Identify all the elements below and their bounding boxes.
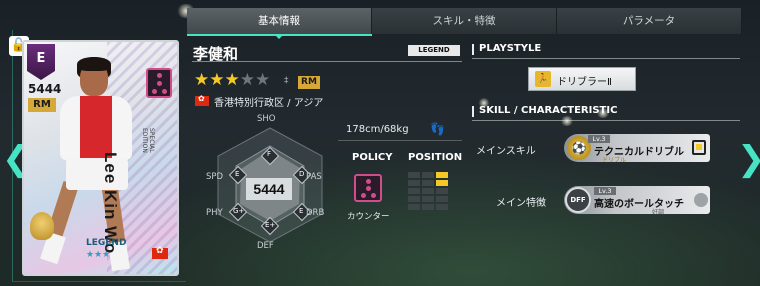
divider	[472, 120, 740, 121]
skill-slot-icon	[692, 140, 706, 155]
star-rating: ★★★★★	[194, 72, 270, 89]
tab-basic-info[interactable]: 基本情報	[187, 8, 372, 39]
trait-category: 好調	[652, 209, 665, 216]
player-region: 香港特別行政区 / アジア	[214, 98, 324, 109]
position-cell	[436, 196, 448, 202]
main-trait-card[interactable]: DFF Lv.3 高速のボールタッチ 好調	[564, 186, 710, 216]
playstyle-label: ドリブラーⅡ	[557, 77, 612, 88]
trait-face-icon	[694, 193, 708, 207]
stars-empty: ★★	[239, 70, 271, 90]
divider	[338, 140, 462, 141]
footprint-icon: 👣	[430, 122, 445, 136]
position-badge: RM	[298, 76, 320, 89]
card-rarity-badge: E	[27, 44, 55, 80]
legend-badge: LEGEND	[408, 45, 460, 56]
card-emblem-icon	[30, 212, 54, 240]
main-skill-card[interactable]: ⚽ Lv.3 テクニカルドリブル ドリブル	[564, 134, 710, 164]
position-heading: POSITION	[408, 152, 463, 163]
position-cell	[422, 188, 434, 194]
position-cell	[408, 172, 420, 178]
player-shirt	[60, 96, 132, 160]
position-cell	[422, 180, 434, 186]
position-cell	[408, 180, 420, 186]
dribbler-icon: 🏃	[535, 71, 551, 87]
position-cell	[436, 180, 448, 186]
divider	[192, 61, 462, 62]
skill-level: Lv.3	[588, 135, 610, 143]
stars-filled: ★★★	[194, 70, 240, 90]
overall-rating: 5444	[246, 178, 292, 200]
trait-name: 高速のボールタッチ	[594, 199, 684, 210]
position-cell	[408, 188, 420, 194]
trait-icon: DFF	[565, 187, 591, 213]
card-stars: ★★★	[86, 250, 111, 260]
card-edition-text: SPECIAL EDITION	[141, 128, 155, 153]
tab-skills-traits[interactable]: スキル・特徴	[372, 8, 557, 34]
card-legend-label: LEGEND	[86, 238, 127, 248]
main-trait-label: メイン特徴	[496, 198, 546, 209]
tab-bar: 基本情報 スキル・特徴 パラメータ	[187, 8, 742, 39]
next-player-chevron-icon[interactable]: ❯	[737, 142, 760, 176]
hex-label-phy: PHY	[206, 208, 223, 218]
main-skill-label: メインスキル	[476, 146, 536, 157]
counter-policy-icon[interactable]	[354, 174, 382, 202]
position-cell	[408, 196, 420, 202]
hex-grade-def: E+	[265, 221, 276, 229]
position-cell	[422, 204, 434, 210]
position-cell	[408, 204, 420, 210]
policy-label: カウンター	[347, 212, 390, 222]
position-cell	[436, 204, 448, 210]
hex-label-spd: SPD	[206, 172, 224, 182]
position-map[interactable]	[408, 172, 448, 210]
player-card[interactable]: E 5444 RM Lee Kin Wo SPECIAL EDITION LEG…	[22, 40, 179, 276]
hex-grade-drb: E	[299, 207, 304, 215]
trait-level: Lv.3	[594, 187, 616, 195]
hong-kong-flag-icon	[152, 246, 168, 259]
divider	[472, 58, 740, 59]
hex-grade-pas: D	[299, 170, 305, 178]
policy-heading: POLICY	[352, 152, 393, 163]
playstyle-heading: PLAYSTYLE	[472, 43, 541, 55]
hex-grade-spd: E	[235, 170, 240, 178]
stars-separator: ‡	[284, 76, 289, 86]
position-cell	[436, 172, 448, 178]
hex-label-drb: DRB	[306, 208, 325, 218]
player-hair-top	[77, 57, 111, 71]
hex-grade-sho: F	[267, 150, 272, 158]
hex-label-pas: PAS	[306, 172, 322, 182]
card-position: RM	[28, 98, 56, 112]
card-policy-icon	[146, 68, 172, 98]
skill-heading: SKILL / CHARACTERISTIC	[472, 105, 617, 117]
playstyle-card[interactable]: 🏃 ドリブラーⅡ	[528, 67, 636, 91]
position-cell	[436, 188, 448, 194]
attribute-hexagon: SHO PAS DRB DEF PHY SPD F D E E+ G+ E 54…	[196, 114, 344, 256]
hex-label-sho: SHO	[257, 114, 276, 124]
tab-parameters[interactable]: パラメータ	[557, 8, 742, 34]
hex-grade-phy: G+	[233, 207, 245, 215]
stadium-light	[560, 116, 574, 126]
hex-label-def: DEF	[257, 241, 274, 251]
position-cell	[422, 172, 434, 178]
position-cell	[422, 196, 434, 202]
skill-category: ドリブル	[602, 157, 627, 164]
height-weight: 178cm/68kg	[346, 124, 409, 135]
card-overall: 5444	[28, 82, 62, 96]
active-tab-indicator	[187, 34, 372, 36]
hong-kong-flag-icon	[195, 94, 209, 106]
